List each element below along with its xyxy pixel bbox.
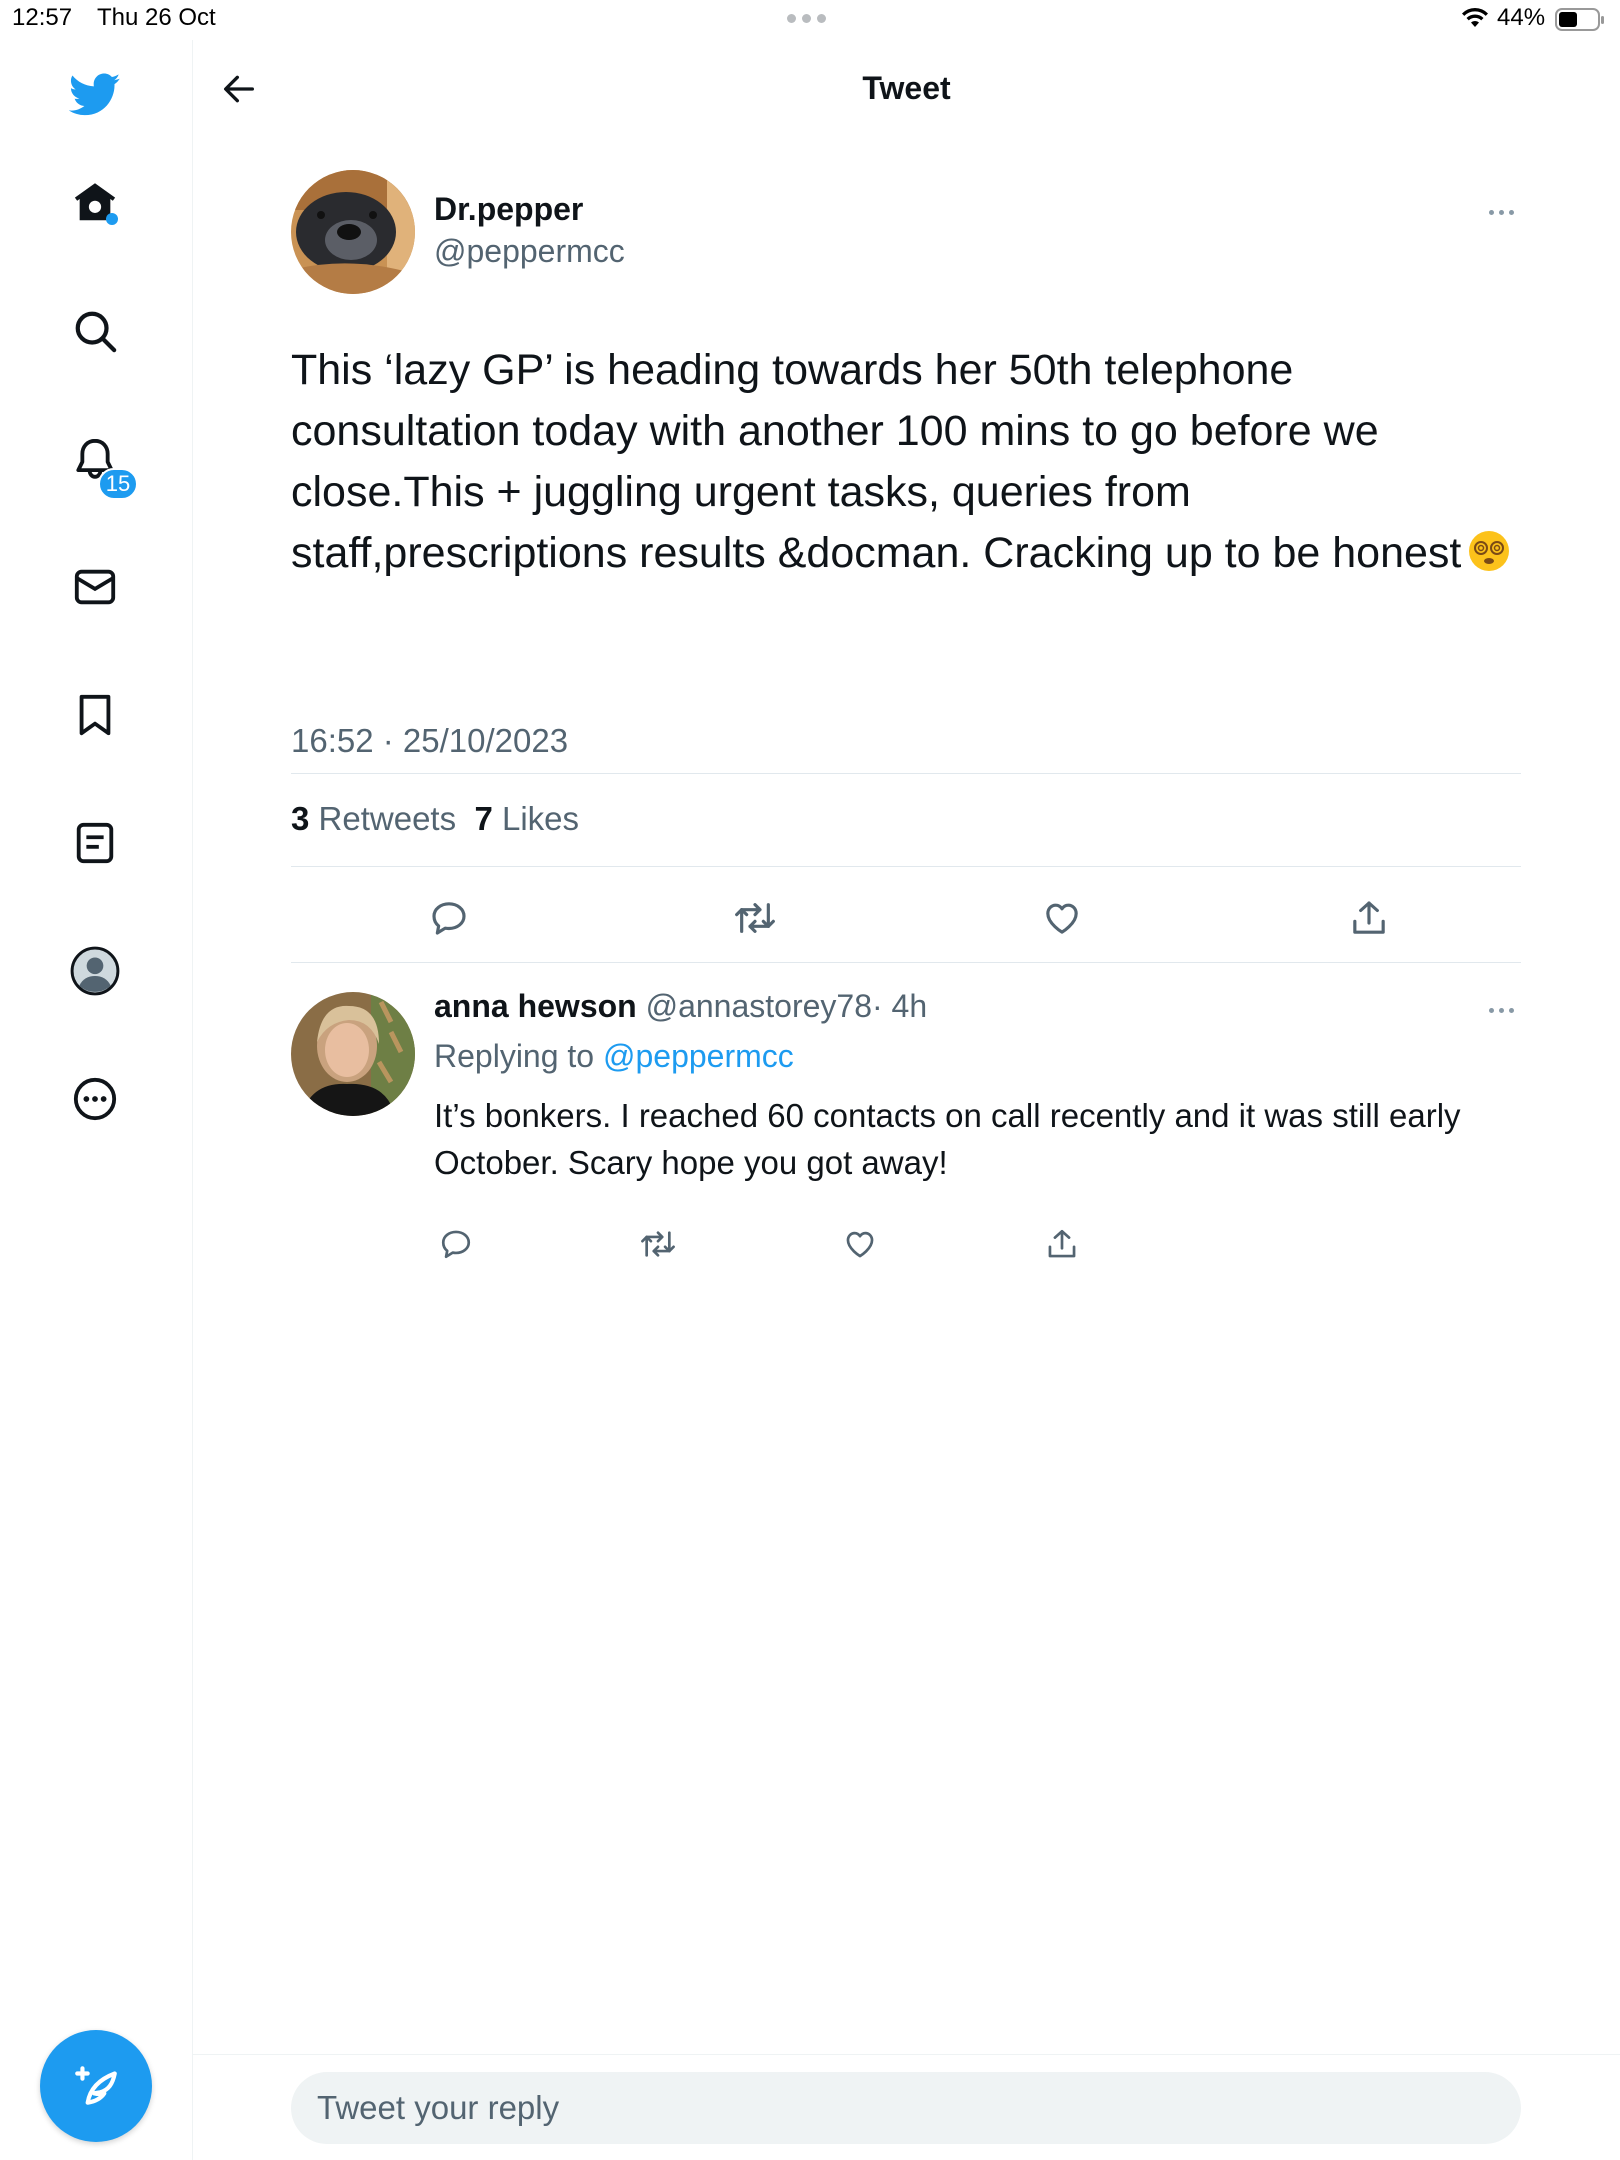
reply-header: anna hewson @annastorey78· 4h bbox=[434, 988, 927, 1025]
tweet-timestamp[interactable]: 16:52 · 25/10/2023 bbox=[291, 722, 568, 760]
tweet-reply-input[interactable] bbox=[291, 2072, 1521, 2144]
replying-to: Replying to @peppermcc bbox=[434, 1038, 794, 1075]
bookmarks-icon[interactable] bbox=[66, 686, 124, 744]
composer-divider bbox=[193, 2054, 1620, 2055]
compose-tweet-button[interactable] bbox=[40, 2030, 152, 2142]
page-title: Tweet bbox=[862, 70, 951, 106]
messages-icon[interactable] bbox=[66, 558, 124, 616]
battery-percent: 44% bbox=[1497, 4, 1546, 31]
likes-label[interactable]: Likes bbox=[502, 800, 579, 837]
status-time: 12:57 bbox=[12, 4, 73, 31]
feather-plus-icon bbox=[75, 2066, 117, 2105]
heart-icon bbox=[1046, 903, 1078, 934]
tweet-body: This ‘lazy GP’ is heading towards her 50… bbox=[291, 346, 1462, 577]
reply-author-handle[interactable]: @annastorey78 bbox=[646, 988, 872, 1024]
wifi-icon bbox=[1462, 7, 1488, 27]
author-avatar[interactable] bbox=[291, 170, 415, 294]
divider bbox=[291, 773, 1521, 774]
retweets-label[interactable]: Retweets bbox=[319, 800, 457, 837]
status-bar: 12:57 Thu 26 Oct 44% bbox=[0, 0, 1620, 40]
author-name[interactable]: Dr.pepper bbox=[434, 191, 583, 228]
likes-count[interactable]: 7 bbox=[474, 800, 492, 837]
reply-text: It’s bonkers. I reached 60 contacts on c… bbox=[434, 1097, 1461, 1181]
notification-count-badge: 15 bbox=[98, 468, 138, 500]
share-icon bbox=[1353, 901, 1385, 934]
reply-button[interactable] bbox=[421, 890, 477, 946]
tweet-text: This ‘lazy GP’ is heading towards her 50… bbox=[291, 340, 1531, 584]
reply-share-button[interactable] bbox=[1039, 1221, 1085, 1267]
more-icon[interactable] bbox=[66, 1070, 124, 1128]
retweet-icon bbox=[735, 903, 775, 933]
retweet-button[interactable] bbox=[727, 890, 783, 946]
divider bbox=[291, 866, 1521, 867]
divider bbox=[291, 962, 1521, 963]
search-icon[interactable] bbox=[66, 302, 124, 360]
lists-icon[interactable] bbox=[66, 814, 124, 872]
status-date: Thu 26 Oct bbox=[97, 4, 216, 31]
replying-prefix: Replying to bbox=[434, 1038, 595, 1074]
replying-to-link[interactable]: @peppermcc bbox=[603, 1038, 794, 1074]
reply-more-options-icon[interactable] bbox=[1489, 1008, 1514, 1013]
reply-icon bbox=[432, 902, 466, 935]
tweet-more-options-icon[interactable] bbox=[1489, 210, 1514, 215]
sidebar: 15 bbox=[0, 40, 193, 2160]
reply-reply-button[interactable] bbox=[433, 1221, 479, 1267]
reply-author-name[interactable]: anna hewson bbox=[434, 988, 637, 1024]
share-button[interactable] bbox=[1341, 890, 1397, 946]
dizzy-face-emoji-icon bbox=[1469, 531, 1510, 571]
reply-age: · 4h bbox=[872, 988, 928, 1024]
reply-author-avatar[interactable] bbox=[291, 992, 415, 1116]
profile-icon[interactable] bbox=[66, 942, 124, 1000]
reply-retweet-button[interactable] bbox=[635, 1221, 681, 1267]
home-unread-dot bbox=[106, 213, 118, 225]
heart-icon bbox=[846, 1231, 874, 1258]
multitasking-dots-icon[interactable] bbox=[787, 14, 826, 23]
author-handle[interactable]: @peppermcc bbox=[434, 233, 625, 270]
like-button[interactable] bbox=[1034, 890, 1090, 946]
battery-icon bbox=[1555, 8, 1604, 31]
retweet-icon bbox=[641, 1231, 675, 1257]
engagement-stats: 3 Retweets 7 Likes bbox=[291, 800, 579, 838]
twitter-logo-icon[interactable] bbox=[66, 66, 124, 124]
reply-icon bbox=[441, 1230, 471, 1259]
reply-like-button[interactable] bbox=[837, 1221, 883, 1267]
retweets-count[interactable]: 3 bbox=[291, 800, 309, 837]
main-column: Tweet Dr.pepper @peppermcc This ‘lazy GP… bbox=[193, 40, 1620, 2160]
share-icon bbox=[1048, 1229, 1076, 1258]
